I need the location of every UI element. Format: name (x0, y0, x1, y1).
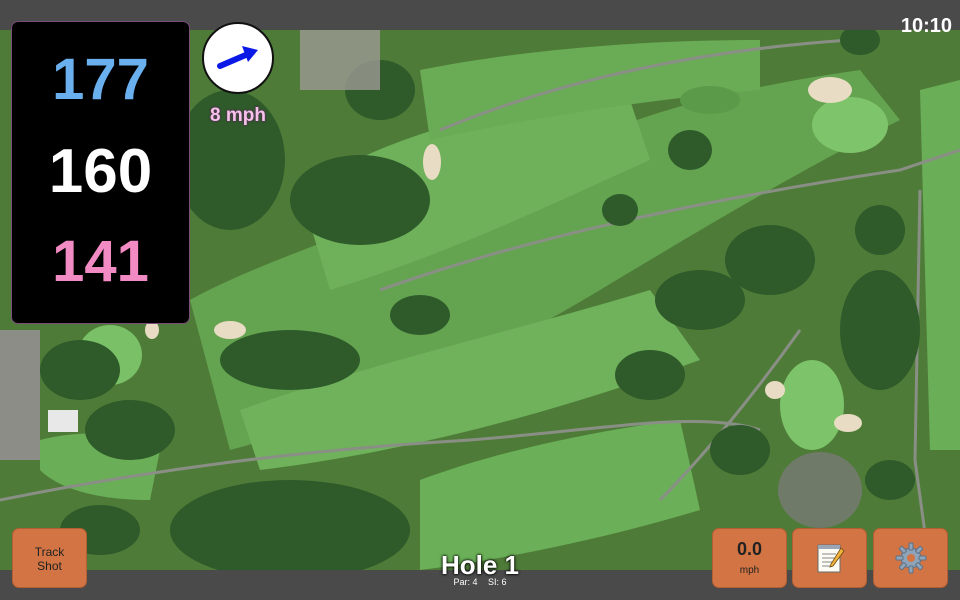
settings-button[interactable] (873, 528, 948, 588)
notepad-icon (817, 544, 845, 573)
distance-panel: 177 160 141 (12, 22, 189, 323)
status-clock: 10:10 (900, 15, 952, 37)
middle-distance: 160 (48, 137, 153, 206)
track-shot-button[interactable]: Track Shot (12, 528, 87, 588)
back-distance: 177 (52, 47, 149, 112)
wind-indicator (202, 22, 274, 94)
hole-stroke-index: SI: 6 (488, 577, 507, 587)
front-distance: 141 (52, 229, 149, 294)
hole-info: Par: 4 SI: 6 (380, 577, 580, 587)
hole-title: Hole 1 (440, 550, 520, 580)
gear-icon (895, 542, 926, 574)
wind-speed-label: 8 mph (210, 105, 266, 126)
notes-button[interactable] (792, 528, 867, 588)
track-shot-label-line1: Track (34, 545, 65, 559)
speed-button[interactable]: 0.0 mph (712, 528, 787, 588)
hole-par: Par: 4 (453, 577, 478, 587)
speed-unit: mph (739, 565, 760, 576)
track-shot-label-line2: Shot (37, 559, 62, 573)
wind-arrow-icon (217, 46, 258, 69)
speed-value: 0.0 (736, 539, 763, 559)
